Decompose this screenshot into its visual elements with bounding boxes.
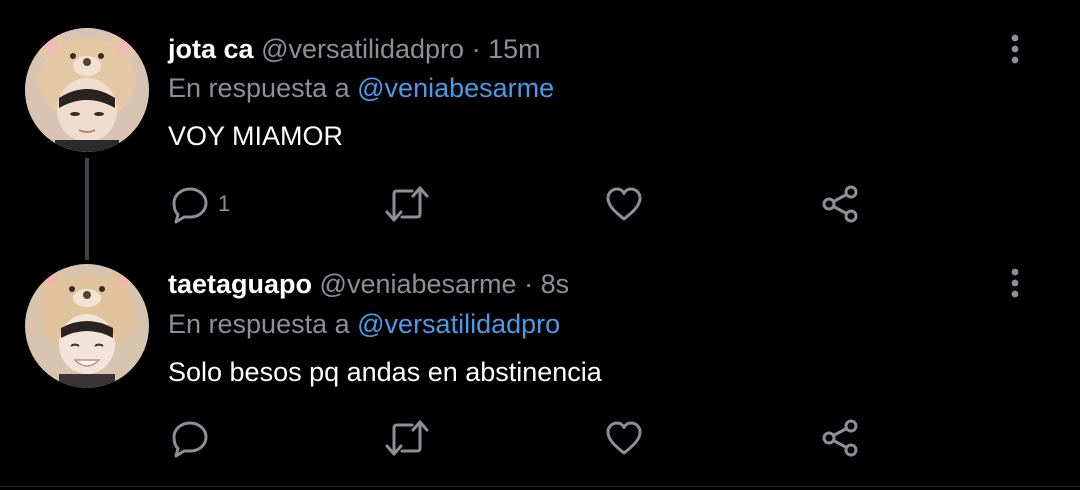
tweet-header: jota ca @versatilidadpro · 15m — [168, 33, 541, 65]
thread-line — [85, 158, 89, 260]
display-name[interactable]: jota ca — [168, 34, 254, 64]
separator-dot: · — [471, 34, 481, 64]
user-handle[interactable]: @versatilidadpro — [261, 34, 464, 64]
reply-count: 1 — [218, 191, 231, 216]
share-button[interactable] — [820, 184, 860, 224]
retweet-button[interactable] — [384, 418, 430, 458]
tweet-text: VOY MIAMOR — [168, 121, 344, 151]
user-handle[interactable]: @veniabesarme — [320, 269, 517, 299]
tweet-header: taetaguapo @veniabesarme · 8s — [168, 268, 569, 300]
tweet[interactable]: jota ca @versatilidadpro · 15m En respue… — [0, 0, 1080, 260]
share-button[interactable] — [820, 418, 860, 458]
reply-button[interactable] — [170, 418, 218, 458]
divider — [0, 486, 1080, 487]
share-icon — [820, 418, 860, 458]
timestamp[interactable]: 15m — [488, 34, 541, 64]
tweet[interactable]: taetaguapo @veniabesarme · 8s — [0, 252, 1080, 490]
reply-button[interactable]: 1 — [170, 184, 230, 224]
like-icon — [604, 184, 644, 224]
reply-mention-link[interactable]: @veniabesarme — [357, 73, 554, 103]
like-icon — [604, 418, 644, 458]
reply-prefix: En respuesta a — [168, 73, 350, 103]
reply-context: En respuesta a @veniabesarme — [168, 72, 554, 104]
reply-mention-link[interactable]: @versatilidadpro — [357, 309, 560, 339]
share-icon — [820, 184, 860, 224]
retweet-button[interactable] — [384, 184, 430, 224]
avatar[interactable] — [25, 28, 149, 152]
avatar-image — [25, 264, 149, 388]
avatar[interactable] — [25, 264, 149, 388]
reply-icon — [170, 418, 210, 458]
reply-icon — [170, 184, 210, 224]
display-name[interactable]: taetaguapo — [168, 269, 312, 299]
more-options-button[interactable] — [1000, 32, 1030, 68]
like-button[interactable] — [604, 184, 644, 224]
more-options-icon — [1011, 34, 1019, 64]
separator-dot: · — [524, 269, 534, 299]
avatar-image — [25, 28, 149, 152]
timestamp[interactable]: 8s — [541, 269, 570, 299]
more-options-button[interactable] — [1000, 266, 1030, 302]
like-button[interactable] — [604, 418, 644, 458]
more-options-icon — [1011, 268, 1019, 298]
retweet-icon — [384, 418, 430, 458]
retweet-icon — [384, 184, 430, 224]
